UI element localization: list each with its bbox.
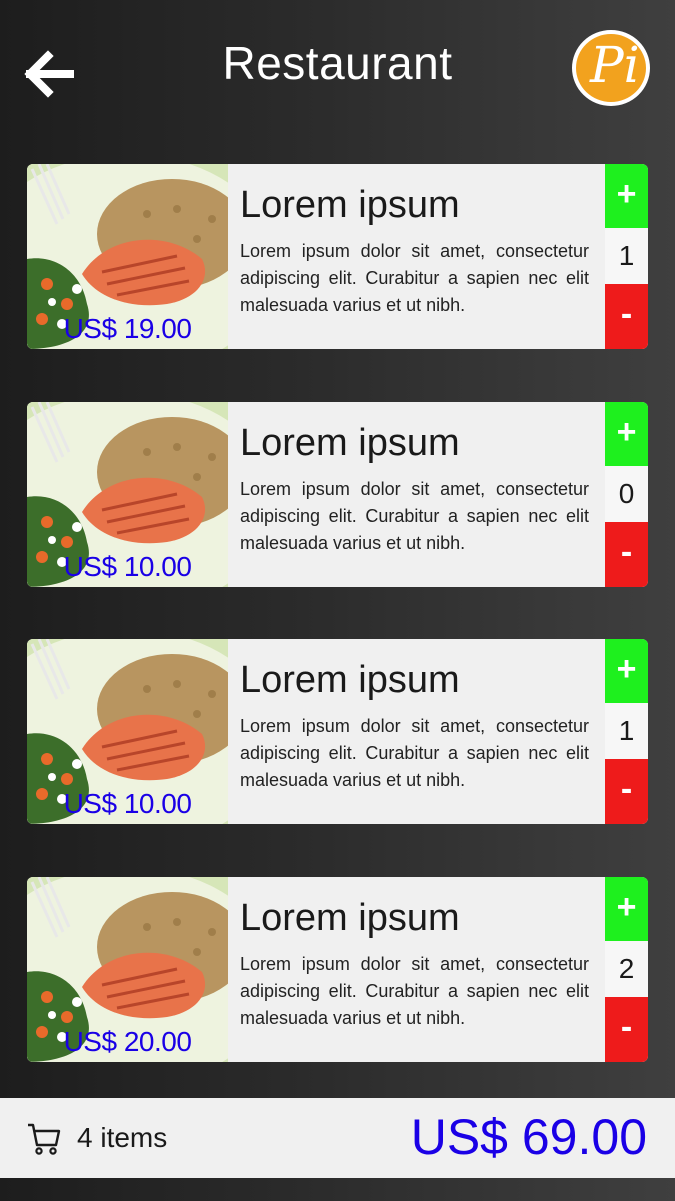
item-price: US$ 10.00: [63, 788, 192, 819]
item-quantity: 1: [605, 228, 648, 284]
food-image: US$ 20.00: [27, 877, 228, 1062]
item-title: Lorem ipsum: [240, 897, 460, 939]
food-image: US$ 19.00: [27, 164, 228, 349]
decrease-quantity-button[interactable]: -: [605, 522, 648, 587]
item-price: US$ 10.00: [63, 551, 192, 582]
increase-quantity-button[interactable]: +: [605, 639, 648, 703]
item-title: Lorem ipsum: [240, 659, 460, 701]
decrease-quantity-button[interactable]: -: [605, 759, 648, 824]
cart-summary-bar[interactable]: 4 items US$ 69.00: [0, 1098, 675, 1178]
decrease-quantity-button[interactable]: -: [605, 284, 648, 349]
item-quantity: 0: [605, 466, 648, 522]
shopping-cart-icon: [28, 1123, 61, 1155]
cart-items-count: 4 items: [77, 1122, 168, 1153]
logo-text: Pi: [590, 36, 640, 94]
item-price: US$ 20.00: [63, 1026, 192, 1057]
item-description: Lorem ipsum dolor sit amet, consectetur …: [240, 954, 589, 1028]
food-image: US$ 10.00: [27, 639, 228, 824]
brand-logo: Pi: [572, 30, 650, 106]
menu-item-card: US$ 20.00 Lorem ipsum Lorem ipsum dolor …: [27, 877, 648, 1062]
item-title: Lorem ipsum: [240, 184, 460, 226]
decrease-quantity-button[interactable]: -: [605, 997, 648, 1062]
menu-item-card: US$ 10.00 Lorem ipsum Lorem ipsum dolor …: [27, 639, 648, 824]
cart-total: US$ 69.00: [410, 1109, 647, 1165]
item-quantity: 1: [605, 703, 648, 759]
item-description: Lorem ipsum dolor sit amet, consectetur …: [240, 241, 589, 315]
menu-item-card: US$ 10.00 Lorem ipsum Lorem ipsum dolor …: [27, 402, 648, 587]
item-price: US$ 19.00: [63, 313, 192, 344]
item-quantity: 2: [605, 941, 648, 997]
item-description: Lorem ipsum dolor sit amet, consectetur …: [240, 479, 589, 553]
item-title: Lorem ipsum: [240, 422, 460, 464]
increase-quantity-button[interactable]: +: [605, 877, 648, 941]
item-description: Lorem ipsum dolor sit amet, consectetur …: [240, 716, 589, 790]
food-image: US$ 10.00: [27, 402, 228, 587]
increase-quantity-button[interactable]: +: [605, 164, 648, 228]
app-header: Restaurant Pi: [0, 0, 675, 140]
menu-item-card: US$ 19.00 Lorem ipsum Lorem ipsum dolor …: [27, 164, 648, 349]
increase-quantity-button[interactable]: +: [605, 402, 648, 466]
